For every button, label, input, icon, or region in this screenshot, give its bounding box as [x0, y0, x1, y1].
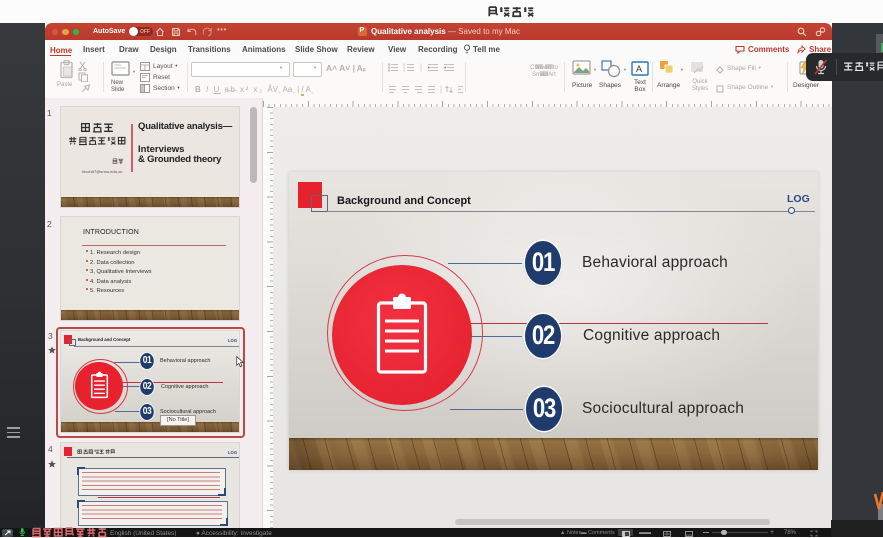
- svg-text:A: A: [636, 64, 642, 74]
